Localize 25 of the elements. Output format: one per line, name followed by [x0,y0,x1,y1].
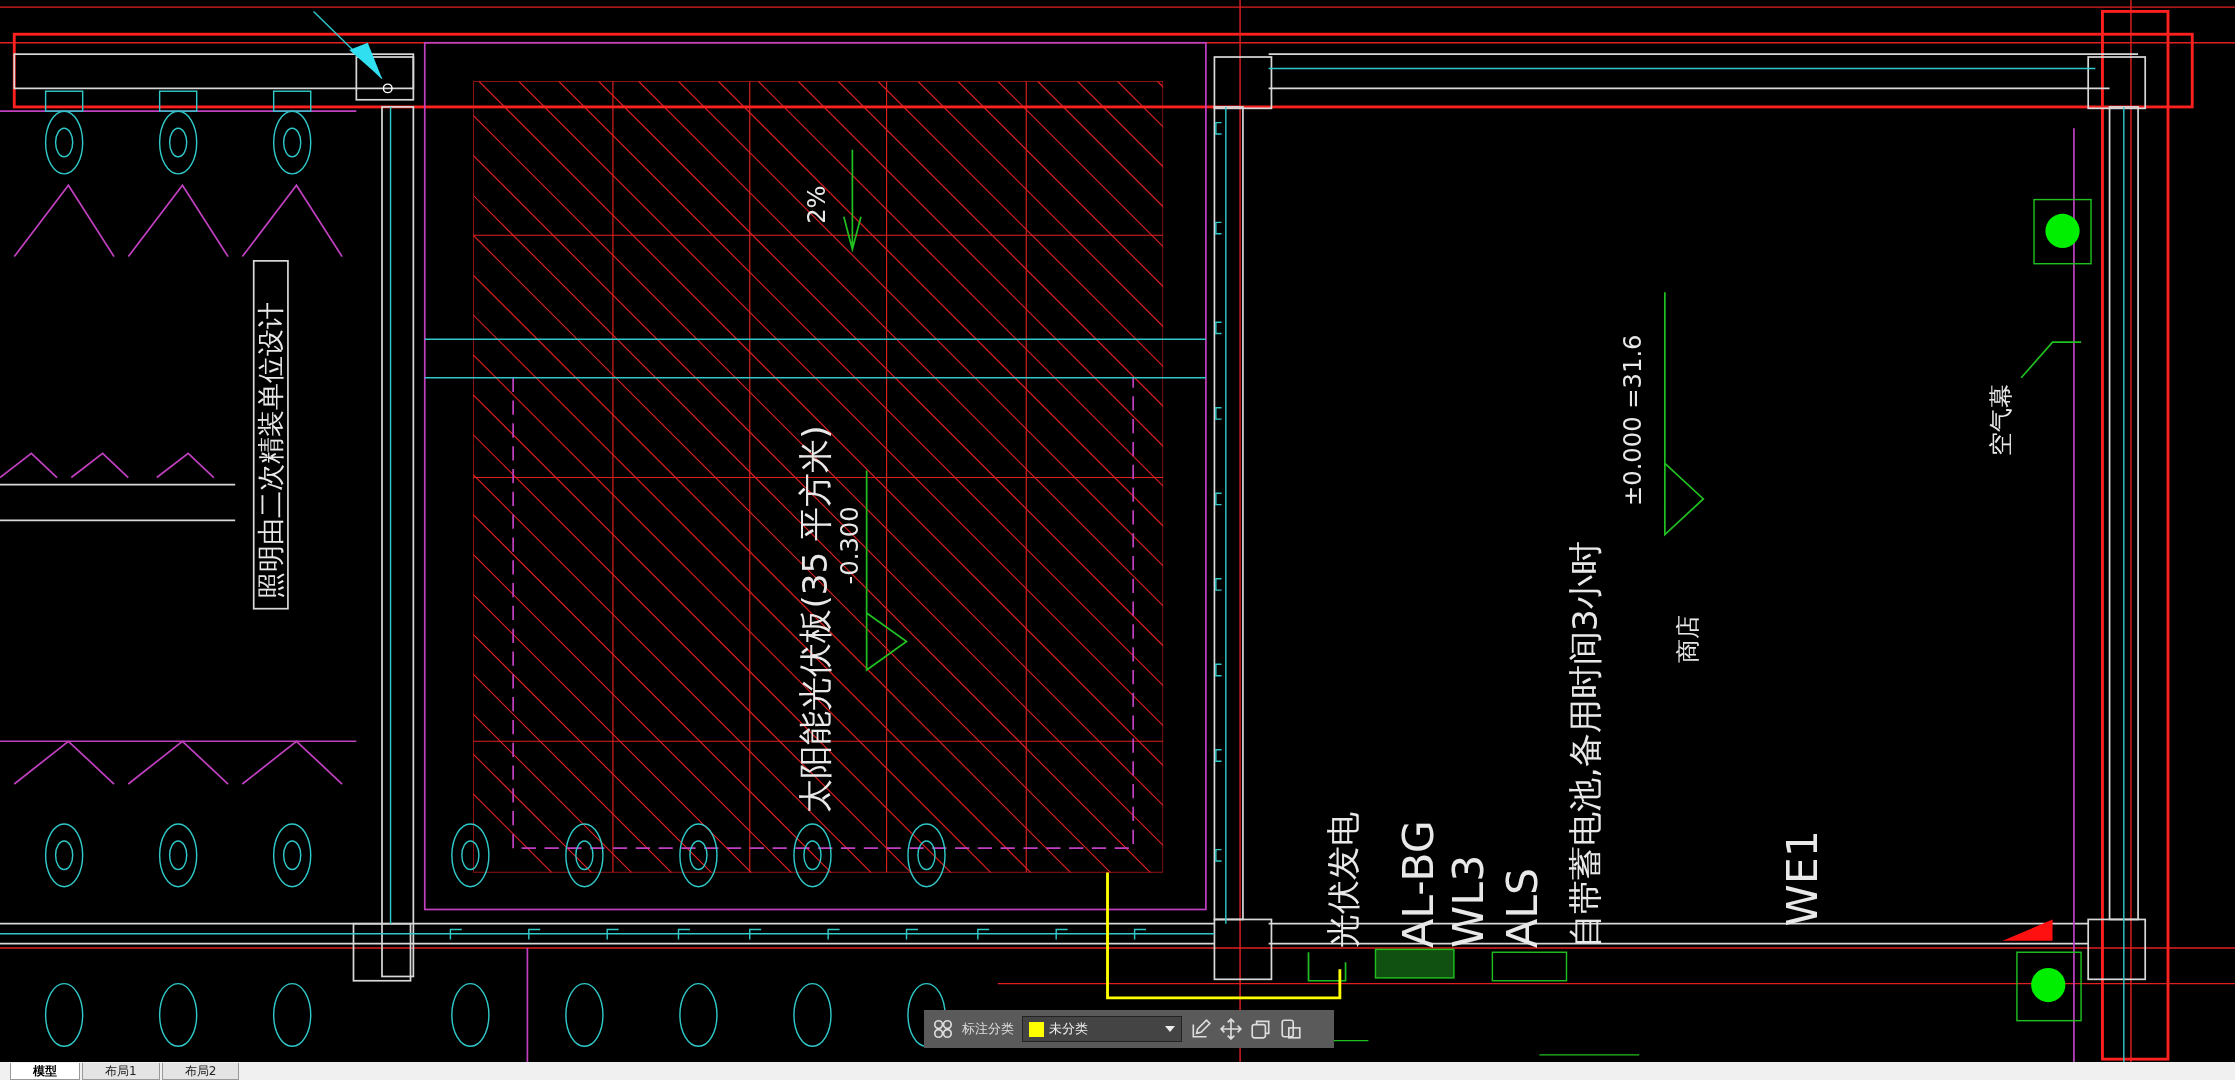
copy-icon[interactable] [1250,1018,1272,1040]
drawing-annotation: ALS [1497,867,1548,948]
dropdown-value: 未分类 [1049,1020,1089,1038]
caret-icon [1165,1026,1175,1032]
drawing-annotation: -0.300 [835,506,864,585]
layout-tab[interactable]: 布局2 [161,1063,240,1080]
edit-icon[interactable] [1190,1018,1212,1040]
drawing-annotation: 光伏发电 [1322,811,1363,948]
drawing-annotation: 2% [802,185,831,224]
move-icon[interactable] [1220,1018,1242,1040]
layout-tab[interactable]: 模型 [10,1063,80,1080]
drawing-annotation: WL3 [1443,854,1494,948]
paste-icon[interactable] [1280,1018,1302,1040]
drawing-annotation: 太阳能光伏板(35 平方米) [795,425,836,813]
category-icon[interactable] [932,1018,954,1040]
toolbar-label: 标注分类 [962,1020,1014,1038]
layout-tab[interactable]: 布局1 [82,1063,160,1080]
drawing-annotation: WE1 [1776,830,1827,927]
category-dropdown[interactable]: 未分类 [1022,1016,1182,1042]
drawing-annotation: AL-BG [1393,820,1444,948]
drawing-annotation: 照明由二次精装单位设计 [255,301,287,599]
drawing-annotation: 自带蓄电池,备用时间3小时 [1565,541,1605,948]
drawing-annotation: 商店 [1673,614,1702,663]
drawing-annotation: 空气幕 [1987,384,2016,457]
drawing-annotation: ±0.000 =31.6 [1619,334,1648,507]
